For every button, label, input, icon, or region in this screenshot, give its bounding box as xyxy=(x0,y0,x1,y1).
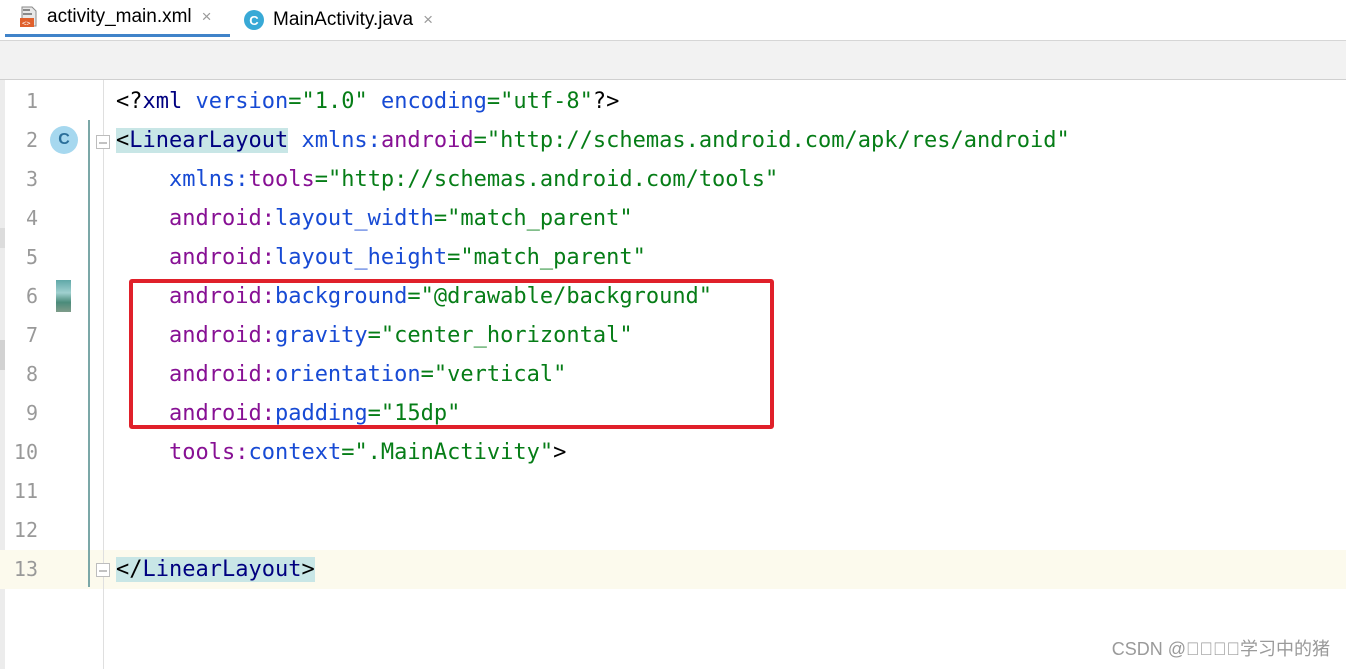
highlight-annotation-box xyxy=(129,279,774,429)
line-content[interactable]: xmlns:tools="http://schemas.android.com/… xyxy=(116,160,778,199)
line-content[interactable]: tools:context=".MainActivity"> xyxy=(116,433,566,472)
editor-tab-bar: <> activity_main.xml × C MainActivity.ja… xyxy=(0,0,1346,41)
tab-label: MainActivity.java xyxy=(273,9,414,30)
gutter-divider xyxy=(103,80,104,669)
line-number: 8 xyxy=(25,362,38,386)
svg-text:<>: <> xyxy=(22,20,30,28)
drawable-preview-icon[interactable] xyxy=(56,280,71,312)
code-line: 12 xyxy=(0,511,1346,550)
fold-range-line xyxy=(88,120,90,587)
fold-toggle-icon[interactable] xyxy=(96,135,110,149)
code-line: 10 tools:context=".MainActivity"> xyxy=(0,433,1346,472)
line-number: 6 xyxy=(25,284,38,308)
line-content[interactable]: </LinearLayout> xyxy=(116,550,315,589)
line-content[interactable]: <?xml version="1.0" encoding="utf-8"?> xyxy=(116,82,619,121)
line-number: 10 xyxy=(13,440,38,464)
xml-file-icon: <> xyxy=(19,6,39,28)
java-class-icon: C xyxy=(244,10,264,30)
code-line-current: 13 </LinearLayout> xyxy=(0,550,1346,589)
line-content[interactable]: android:layout_width="match_parent" xyxy=(116,199,633,238)
line-number: 11 xyxy=(13,479,38,503)
line-number: 7 xyxy=(25,323,38,347)
line-number: 5 xyxy=(25,245,38,269)
fold-toggle-icon[interactable] xyxy=(96,563,110,577)
code-line: 1 <?xml version="1.0" encoding="utf-8"?> xyxy=(0,82,1346,121)
code-line: 3 xmlns:tools="http://schemas.android.co… xyxy=(0,160,1346,199)
code-editor[interactable]: 1 <?xml version="1.0" encoding="utf-8"?>… xyxy=(0,80,1346,669)
line-number: 9 xyxy=(25,401,38,425)
close-icon[interactable]: × xyxy=(202,7,212,27)
breadcrumb-bar xyxy=(0,41,1346,80)
tab-label: activity_main.xml xyxy=(47,6,192,27)
line-number: 1 xyxy=(25,89,38,113)
line-content[interactable]: <LinearLayout xmlns:android="http://sche… xyxy=(116,121,1070,160)
class-gutter-icon[interactable]: C xyxy=(50,126,78,154)
line-number: 2 xyxy=(25,128,38,152)
tab-activity-main-xml[interactable]: <> activity_main.xml × xyxy=(5,0,230,37)
code-line: 2 <LinearLayout xmlns:android="http://sc… xyxy=(0,121,1346,160)
line-number: 12 xyxy=(13,518,38,542)
watermark: CSDN @    学习中的猪 xyxy=(1111,639,1330,659)
line-content[interactable]: android:layout_height="match_parent" xyxy=(116,238,646,277)
line-number: 13 xyxy=(13,557,38,581)
code-line: 4 android:layout_width="match_parent" xyxy=(0,199,1346,238)
line-number: 4 xyxy=(25,206,38,230)
close-icon[interactable]: × xyxy=(423,10,433,30)
tab-main-activity-java[interactable]: C MainActivity.java × xyxy=(244,0,433,40)
code-line: 5 android:layout_height="match_parent" xyxy=(0,238,1346,277)
line-number: 3 xyxy=(25,167,38,191)
code-line: 11 xyxy=(0,472,1346,511)
